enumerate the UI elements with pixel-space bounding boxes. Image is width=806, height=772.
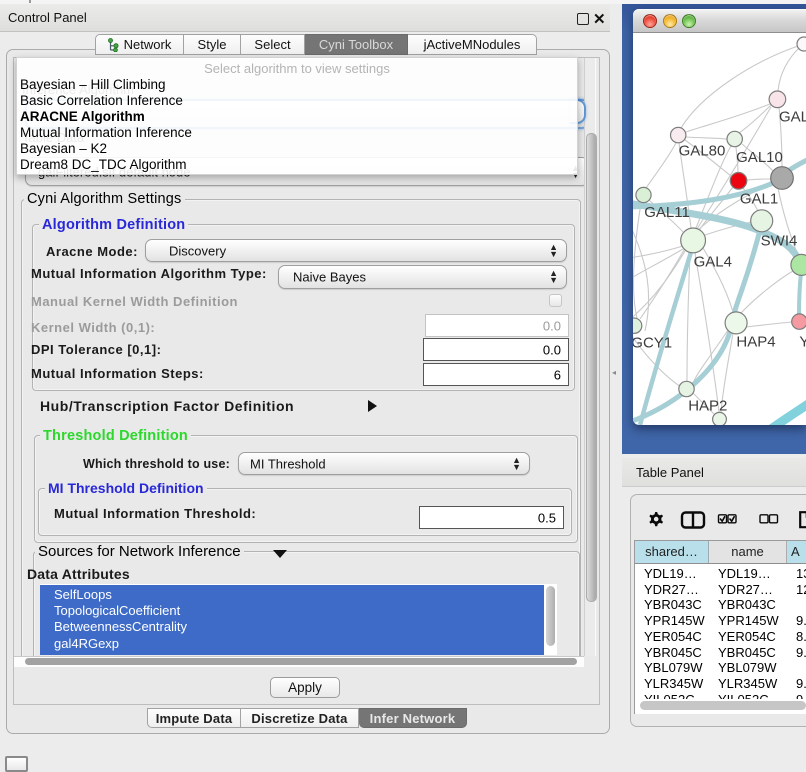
svg-text:GAL11: GAL11 [644,204,690,221]
svg-text:YJ: YJ [799,334,806,351]
svg-text:GAL4: GAL4 [694,254,732,271]
svg-text:GAL10: GAL10 [736,149,783,166]
svg-text:GCY1: GCY1 [633,335,672,352]
svg-text:HAP4: HAP4 [736,334,775,351]
svg-text:GAL2: GAL2 [779,109,806,126]
svg-text:GAL80: GAL80 [679,142,726,159]
svg-text:HAP2: HAP2 [688,398,727,415]
svg-text:SWI4: SWI4 [761,233,798,250]
svg-text:GAL1: GAL1 [740,191,778,208]
